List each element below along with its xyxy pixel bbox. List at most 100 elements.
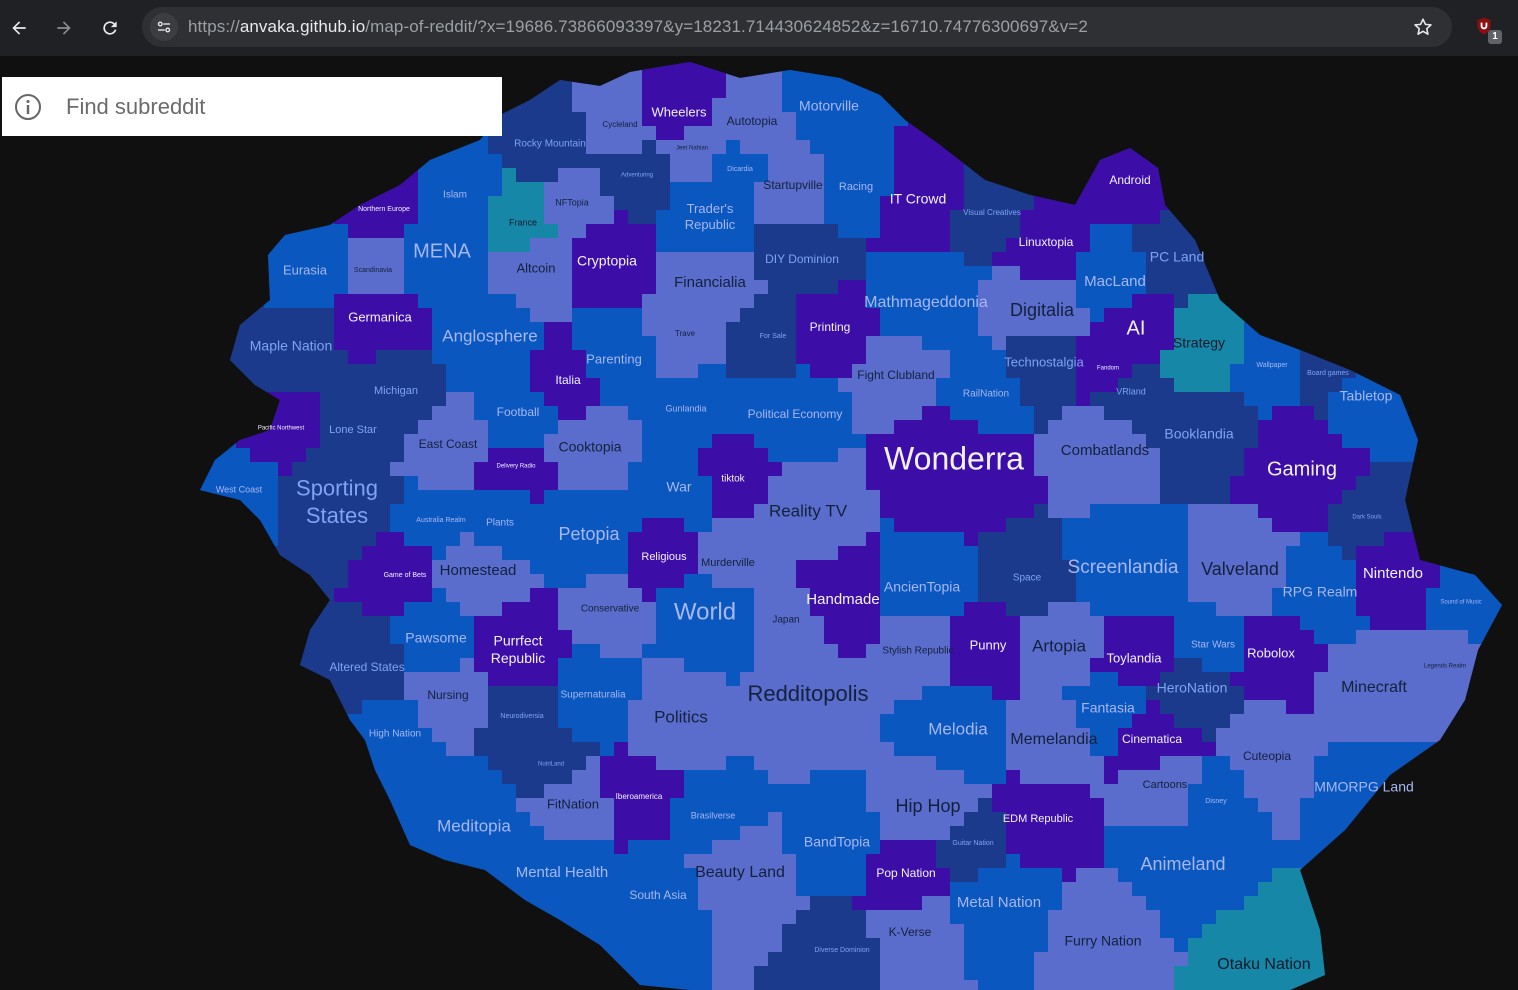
- region-cell: [306, 630, 321, 645]
- region-cell: [1020, 196, 1035, 211]
- forward-button[interactable]: [49, 13, 79, 43]
- region-cell: [1118, 672, 1133, 687]
- region-cell: [726, 490, 741, 505]
- region-cell: [1188, 154, 1203, 169]
- region-cell: [278, 196, 293, 211]
- region-cell: [824, 140, 839, 155]
- region-cell: [1384, 98, 1399, 113]
- region-cell: [796, 294, 811, 309]
- region-cell: [1496, 700, 1502, 715]
- region-cell: [474, 616, 489, 631]
- region-cell: [320, 210, 335, 225]
- url-text[interactable]: https://anvaka.github.io/map-of-reddit/?…: [188, 17, 1088, 37]
- browser-toolbar: https://anvaka.github.io/map-of-reddit/?…: [0, 0, 1518, 56]
- region-cell: [1398, 406, 1413, 421]
- region-cell: [1062, 70, 1077, 85]
- region-cell: [544, 602, 559, 617]
- region-cell: [1230, 686, 1245, 701]
- reload-button[interactable]: [95, 13, 125, 43]
- region-cell: [908, 350, 923, 365]
- region-cell: [1454, 532, 1469, 547]
- region-cell: [670, 742, 685, 757]
- region-cell: [362, 602, 377, 617]
- region-cell: [446, 672, 461, 687]
- region-cell: [1356, 196, 1371, 211]
- region-cell: [656, 602, 671, 617]
- region-cell: [1034, 112, 1049, 127]
- region-cell: [880, 714, 895, 729]
- region-cell: [1468, 630, 1483, 645]
- region-cell: [1062, 280, 1077, 295]
- region-cell: [866, 322, 881, 337]
- region-cell: [1482, 112, 1497, 127]
- region-cell: [1398, 322, 1413, 337]
- region-cell: [768, 714, 783, 729]
- region-cell: [978, 112, 993, 127]
- region-cell: [1482, 322, 1497, 337]
- region-cell: [334, 196, 349, 211]
- region-cell: [222, 210, 237, 225]
- region-cell: [936, 504, 951, 519]
- region-cell: [950, 560, 965, 575]
- region-cell: [474, 280, 489, 295]
- region-cell: [1286, 70, 1301, 85]
- region-cell: [1272, 336, 1287, 351]
- region-cell: [1468, 224, 1483, 239]
- region-cell: [1020, 154, 1035, 169]
- region-cell: [488, 280, 503, 295]
- region-cell: [208, 672, 223, 687]
- reddit-map[interactable]: WheelersAutotopiaMotorvilleCyclelandRock…: [0, 56, 1518, 990]
- region-cell: [1132, 224, 1147, 239]
- region-cell: [306, 672, 321, 687]
- region-cell: [362, 448, 377, 463]
- ublock-extension-button[interactable]: 1: [1474, 16, 1502, 44]
- region-cell: [180, 364, 195, 379]
- site-settings-button[interactable]: [150, 13, 178, 41]
- region-cell: [1034, 140, 1049, 155]
- region-cell: [1006, 532, 1021, 547]
- region-cell: [754, 770, 769, 785]
- region-cell: [950, 602, 965, 617]
- region-cell: [306, 770, 321, 785]
- region-cell: [516, 770, 531, 785]
- region-cell: [222, 756, 237, 771]
- region-cell: [1230, 392, 1245, 407]
- region-cell: [866, 126, 881, 141]
- back-button[interactable]: [4, 13, 34, 43]
- region-cell: [446, 210, 461, 225]
- region-cell: [936, 546, 951, 561]
- region-cell: [348, 238, 363, 253]
- region-cell: [208, 406, 223, 421]
- region-cell: [992, 714, 1007, 729]
- address-bar[interactable]: https://anvaka.github.io/map-of-reddit/?…: [142, 7, 1452, 47]
- region-cell: [824, 84, 839, 99]
- region-cell: [1412, 210, 1427, 225]
- region-cell: [1510, 322, 1518, 337]
- region-cell: [1356, 252, 1371, 267]
- region-cell: [488, 378, 503, 393]
- region-cell: [1454, 546, 1469, 561]
- region-cell: [250, 714, 265, 729]
- region-cell: [208, 728, 223, 743]
- region-cell: [250, 742, 265, 757]
- region-cell: [1104, 336, 1119, 351]
- bookmark-star-icon[interactable]: [1412, 16, 1434, 38]
- region-cell: [1104, 322, 1119, 337]
- region-cell: [264, 210, 279, 225]
- region-cell: [1048, 546, 1063, 561]
- region-cell: [628, 336, 643, 351]
- region-cell: [502, 476, 517, 491]
- region-cell: [754, 126, 769, 141]
- region-cell: [418, 644, 433, 659]
- region-cell: [1426, 630, 1441, 645]
- region-cell: [824, 266, 839, 281]
- region-cell: [432, 406, 447, 421]
- region-cell: [1468, 672, 1483, 687]
- region-cell: [530, 588, 545, 603]
- region-cell: [516, 62, 531, 71]
- region-cell: [880, 322, 895, 337]
- region-cell: [278, 700, 293, 715]
- region-cell: [978, 140, 993, 155]
- region-cell: [1510, 672, 1518, 687]
- region-cell: [782, 546, 797, 561]
